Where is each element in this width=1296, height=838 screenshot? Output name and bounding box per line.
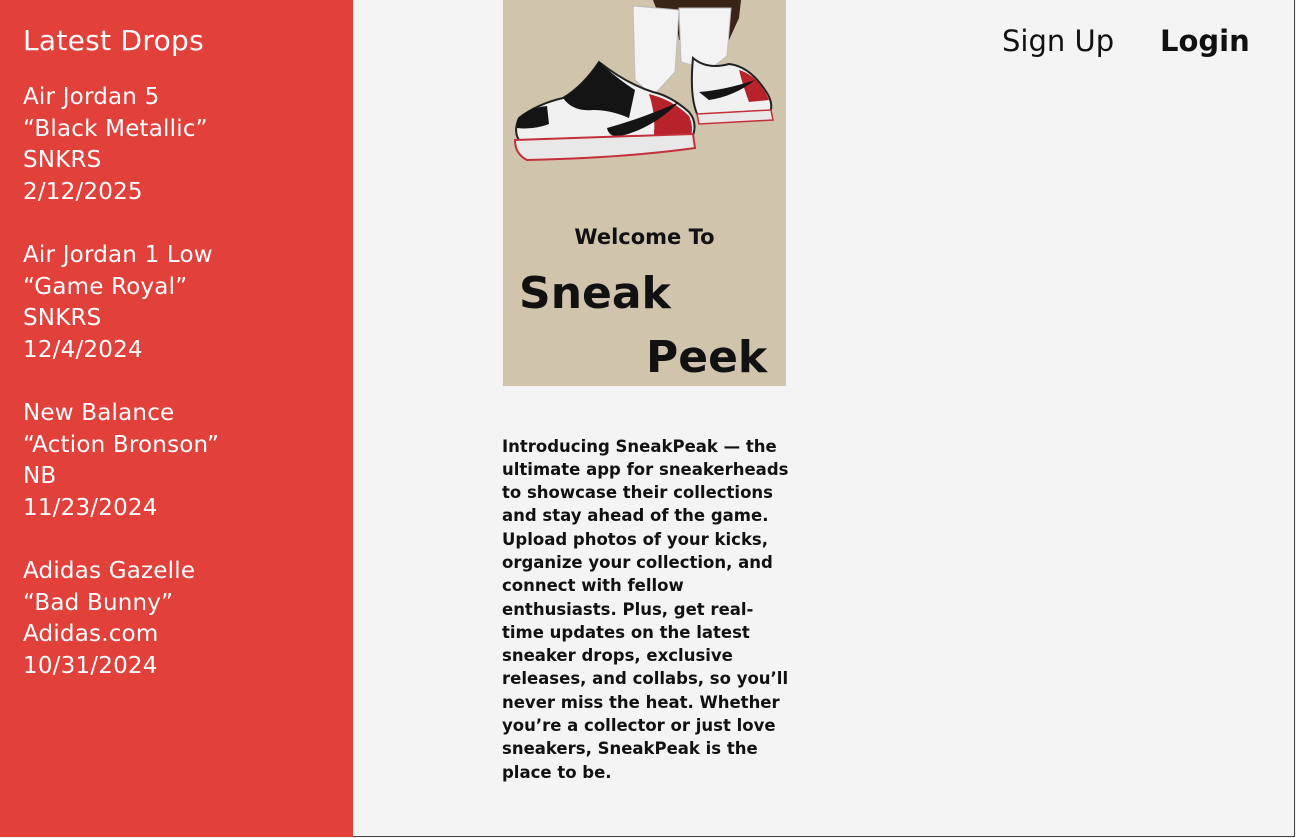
login-link[interactable]: Login — [1160, 24, 1250, 58]
drop-name: Air Jordan 5 — [23, 84, 160, 110]
drop-colorway: “Bad Bunny” — [23, 589, 174, 616]
drop-item[interactable]: Air Jordan 5 “Black Metallic” SNKRS 2/12… — [23, 82, 208, 208]
drop-date: 2/12/2025 — [23, 178, 143, 205]
drop-retailer: NB — [23, 463, 57, 489]
drop-retailer: SNKRS — [23, 147, 102, 173]
brand-name-line1: Sneak — [519, 268, 671, 319]
drop-item[interactable]: New Balance “Action Bronson” NB 11/23/20… — [23, 398, 219, 524]
hero-welcome: Welcome To — [574, 225, 715, 249]
sidebar-latest-drops: Latest Drops Air Jordan 5 “Black Metalli… — [0, 0, 353, 837]
drop-item[interactable]: Air Jordan 1 Low “Game Royal” SNKRS 12/4… — [23, 240, 213, 366]
sidebar-title: Latest Drops — [23, 24, 204, 57]
drop-name: Air Jordan 1 Low — [23, 242, 213, 268]
drop-item[interactable]: Adidas Gazelle “Bad Bunny” Adidas.com 10… — [23, 556, 195, 682]
drop-colorway: “Black Metallic” — [23, 115, 208, 142]
drop-date: 12/4/2024 — [23, 336, 143, 363]
intro-paragraph: Introducing SneakPeak — the ultimate app… — [502, 436, 789, 782]
drop-colorway: “Action Bronson” — [23, 431, 220, 458]
brand-name-line2: Peek — [646, 332, 768, 383]
drop-retailer: Adidas.com — [23, 621, 159, 647]
drop-name: Adidas Gazelle — [23, 558, 196, 584]
sign-up-link[interactable]: Sign Up — [1002, 24, 1114, 58]
hero-card: Welcome To Sneak Peek — [503, 0, 786, 386]
drop-colorway: “Game Royal” — [23, 273, 188, 300]
drop-date: 10/31/2024 — [23, 652, 158, 679]
drop-date: 11/23/2024 — [23, 494, 158, 521]
drop-name: New Balance — [23, 400, 175, 426]
sneaker-illustration-icon — [513, 0, 774, 162]
drop-retailer: SNKRS — [23, 305, 102, 331]
